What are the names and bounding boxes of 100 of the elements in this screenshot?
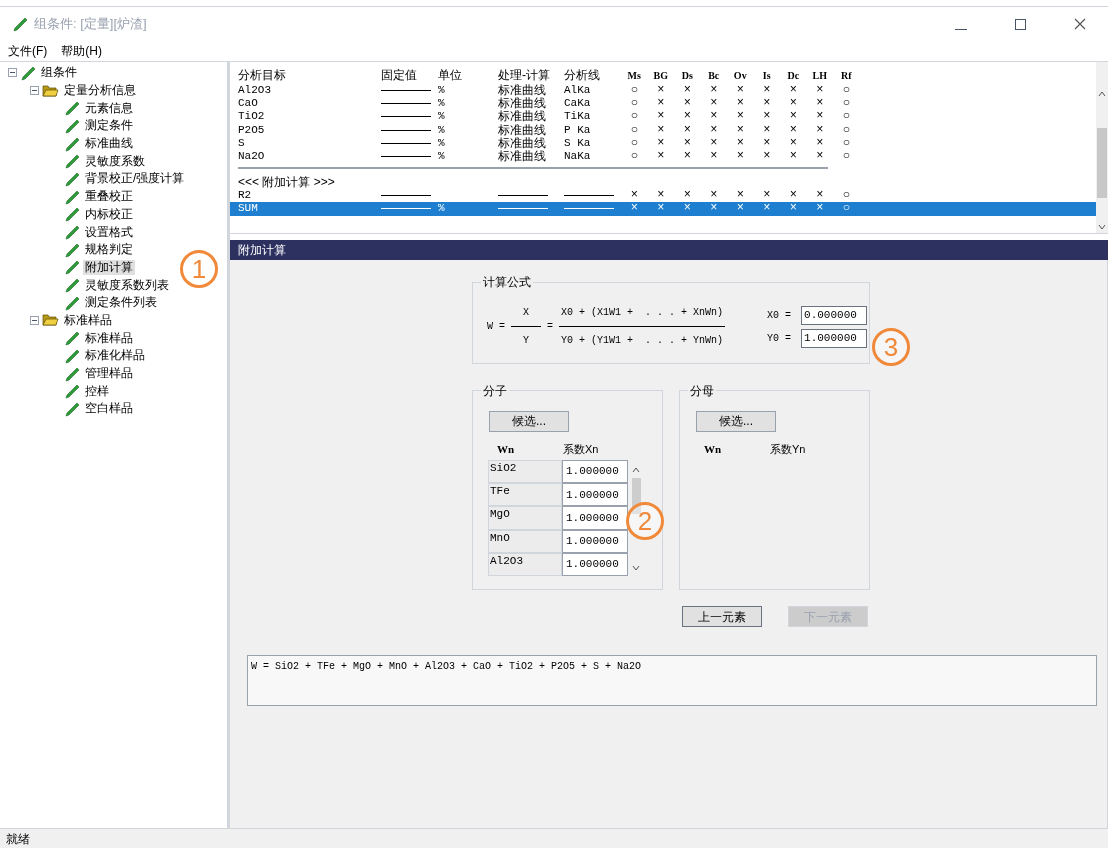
flag-mark: × (736, 189, 744, 203)
table-row[interactable]: TiO2 % 标准曲线 TiKa ○ × × × × × × × ○ (230, 110, 1096, 124)
flag-mark: ○ (842, 123, 850, 137)
flag-mark: × (736, 97, 744, 111)
tree-item[interactable]: 附加计算 (83, 259, 135, 275)
tree-item[interactable]: 空白样品 (83, 401, 135, 417)
tree-item[interactable]: 规格判定 (83, 242, 135, 258)
column-header[interactable]: 固定值 (381, 66, 438, 84)
tree-item[interactable]: 标准曲线 (83, 136, 135, 152)
column-header[interactable]: 分析线 (564, 66, 621, 84)
nav-button[interactable]: 上一元素 (682, 606, 762, 627)
group-legend: 分子 (481, 382, 509, 400)
column-header[interactable]: Ov (727, 67, 754, 83)
tree-item[interactable]: 测定条件列表 (83, 295, 159, 311)
scroll-thumb[interactable] (1097, 128, 1107, 198)
collapse-toggle[interactable] (30, 86, 39, 96)
tree-item[interactable]: 设置格式 (83, 224, 135, 240)
candidate-button[interactable]: 候选... (696, 410, 776, 432)
table-cell: % (438, 97, 445, 111)
collapse-toggle[interactable] (8, 68, 17, 78)
pencil-icon (64, 277, 80, 294)
section-label: <<< 附加计算 >>> (238, 176, 335, 190)
flag-mark: × (816, 123, 824, 137)
dash-line (564, 195, 614, 197)
column-header[interactable]: 处理-计算 (498, 66, 564, 84)
vertical-scrollbar[interactable] (1096, 62, 1108, 233)
table-cell-text: R2 (238, 189, 253, 203)
tree-item[interactable]: 灵敏度系数列表 (83, 277, 171, 293)
table-row[interactable]: CaO % 标准曲线 CaKa ○ × × × × × × × ○ (230, 97, 1096, 111)
table-row[interactable]: R2 × × × × × × × × ○ (230, 189, 1096, 203)
scroll-up-icon[interactable] (1098, 90, 1106, 98)
flag-mark: × (816, 150, 824, 164)
input-field[interactable]: 1.000000 (562, 506, 628, 530)
tree-item[interactable]: 内标校正 (83, 206, 135, 222)
column-header[interactable]: Bc (700, 67, 727, 83)
tree-item[interactable]: 测定条件 (83, 118, 135, 134)
column-header[interactable]: Is (753, 67, 780, 83)
table-row[interactable]: SUM % × × × × × × × × ○ (230, 202, 1096, 216)
formula-text: = (547, 320, 554, 334)
tree-item[interactable]: 定量分析信息 (62, 83, 138, 99)
tree-item[interactable]: 灵敏度系数 (83, 153, 147, 169)
tree-item[interactable]: 背景校正/强度计算 (83, 171, 187, 187)
input-field[interactable]: 1.000000 (562, 483, 628, 507)
dash-line (381, 142, 431, 144)
flag-mark: ○ (630, 150, 638, 164)
table-cell-text: SUM (238, 202, 259, 216)
flag-mark: × (657, 123, 665, 137)
table-cell-text: P2O5 (238, 123, 266, 137)
table-row[interactable]: P2O5 % 标准曲线 P Ka ○ × × × × × × × ○ (230, 123, 1096, 137)
tree-item[interactable]: 标准化样品 (83, 348, 147, 364)
menu-item[interactable]: 文件(F) (8, 42, 48, 60)
table-cell-text: TiO2 (238, 110, 266, 124)
flag-mark: × (683, 123, 691, 137)
maximize-button[interactable] (1015, 18, 1026, 30)
flag-mark: × (683, 136, 691, 150)
column-header[interactable]: Rf (833, 67, 860, 83)
pencil-icon (64, 224, 80, 241)
menu-item[interactable]: 帮助(H) (61, 42, 102, 60)
input-field[interactable]: 1.000000 (562, 529, 628, 553)
scroll-up-icon[interactable] (632, 466, 640, 474)
candidate-button[interactable]: 候选... (489, 410, 569, 432)
table-row[interactable]: S % 标准曲线 S Ka ○ × × × × × × × ○ (230, 136, 1096, 150)
table-cell: 标准曲线 (498, 110, 546, 124)
pencil-icon (20, 64, 36, 81)
status-text: 就绪 (6, 830, 30, 848)
column-header[interactable]: Ds (674, 67, 701, 83)
input-field[interactable]: 1.000000 (801, 328, 868, 348)
column-header[interactable]: BG (647, 67, 674, 83)
flag-mark: × (763, 150, 771, 164)
column-header[interactable]: 单位 (438, 66, 498, 84)
input-field[interactable]: 1.000000 (562, 552, 628, 576)
tree-item[interactable]: 管理样品 (83, 366, 135, 382)
tree-item[interactable]: 控样 (83, 383, 111, 399)
flag-mark: ○ (630, 136, 638, 150)
column-header[interactable]: 分析目标 (238, 66, 381, 84)
tree-item[interactable]: 重叠校正 (83, 189, 135, 205)
tree-item[interactable]: 标准样品 (62, 312, 114, 328)
column-header[interactable]: Dc (780, 67, 807, 83)
flag-mark: × (630, 189, 638, 203)
scroll-down-icon[interactable] (1098, 223, 1106, 231)
collapse-toggle[interactable] (30, 315, 39, 325)
close-icon[interactable] (1074, 18, 1086, 30)
table-cell: 标准曲线 (498, 84, 546, 98)
flag-mark: × (736, 123, 744, 137)
scroll-thumb[interactable] (631, 478, 641, 514)
tree-item[interactable]: 标准样品 (83, 330, 135, 346)
input-field[interactable]: 1.000000 (562, 460, 628, 484)
table-row[interactable]: Al2O3 % 标准曲线 AlKa ○ × × × × × × × ○ (230, 84, 1096, 98)
column-header[interactable]: LH (806, 67, 833, 83)
flag-mark: × (763, 123, 771, 137)
tree-item[interactable]: 组条件 (39, 65, 79, 81)
table-cell: NaKa (564, 150, 591, 164)
column-header[interactable]: Ms (621, 67, 648, 83)
flag-mark: × (683, 150, 691, 164)
input-field[interactable]: 0.000000 (801, 305, 868, 325)
scroll-down-icon[interactable] (632, 563, 640, 572)
table-row[interactable]: Na2O % 标准曲线 NaKa ○ × × × × × × × ○ (230, 149, 1096, 164)
folder-icon (42, 83, 59, 98)
flag-mark: × (683, 189, 691, 203)
tree-item[interactable]: 元素信息 (83, 100, 135, 116)
